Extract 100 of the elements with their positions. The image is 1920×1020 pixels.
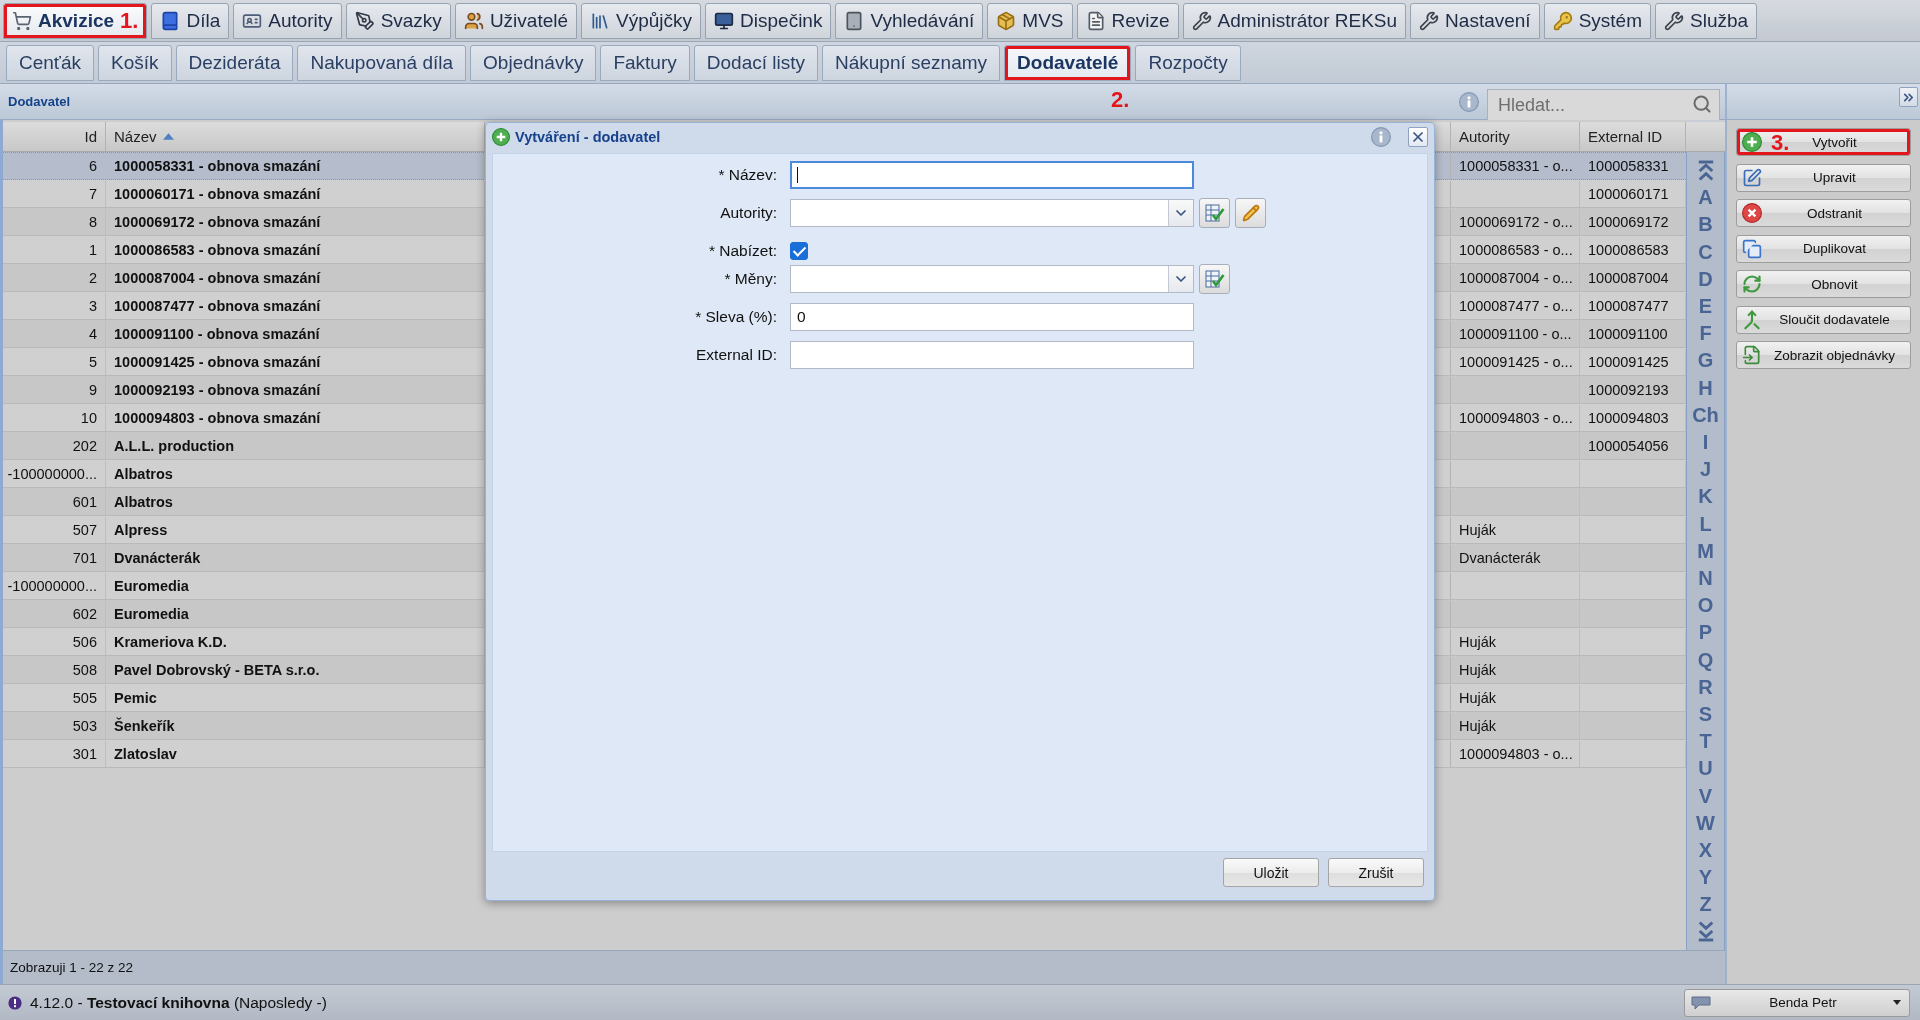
main-tab[interactable]: Administrátor REKSu	[1182, 3, 1407, 39]
dropdown-trigger[interactable]	[1168, 266, 1193, 292]
combo-field[interactable]	[790, 199, 1194, 227]
book-icon	[160, 11, 181, 31]
table-cell: 7	[3, 181, 106, 207]
main-tab[interactable]: Vyhledávání	[835, 3, 984, 39]
collapse-button[interactable]	[1899, 87, 1918, 107]
main-tab[interactable]: Svazky	[345, 3, 451, 39]
double-chevron-up-icon[interactable]	[1696, 160, 1715, 182]
text-field[interactable]	[790, 341, 1194, 369]
callout-number: 3.	[1771, 132, 1790, 154]
pick-button[interactable]	[1199, 198, 1230, 228]
field-label: External ID:	[695, 346, 777, 364]
user-menu-button[interactable]: Benda Petr	[1684, 988, 1910, 1017]
table-cell: -100000000...	[3, 461, 106, 487]
checkbox[interactable]	[790, 242, 808, 260]
callout-number: 1.	[120, 10, 139, 32]
wrench-icon	[1191, 11, 1212, 31]
table-cell: 508	[3, 657, 106, 683]
dropdown-trigger[interactable]	[1168, 200, 1193, 226]
key-icon	[1552, 11, 1573, 31]
table-check-icon	[1204, 203, 1225, 223]
table-cell: 10	[3, 405, 106, 431]
search-icon[interactable]	[1692, 94, 1712, 114]
main-tab[interactable]: Dispečink	[705, 3, 832, 39]
info-icon[interactable]	[1371, 126, 1391, 147]
action-button[interactable]: Zobrazit objednávky	[1736, 341, 1911, 369]
column-header[interactable]: Autority	[1451, 122, 1580, 151]
panel-title: Dodavatel	[8, 94, 71, 109]
action-button[interactable]: Obnovit	[1736, 270, 1911, 298]
table-cell: 202	[3, 433, 106, 459]
main-tab[interactable]: Služba	[1655, 3, 1758, 39]
main-tab[interactable]: Revize	[1076, 3, 1179, 39]
main-tab[interactable]: Díla	[151, 3, 230, 39]
sub-tab[interactable]: Faktury	[600, 45, 690, 81]
x-circle-icon	[1742, 203, 1762, 223]
table-cell: Huják	[1451, 685, 1580, 711]
double-chevron-down-icon[interactable]	[1696, 919, 1715, 942]
tablet-icon	[844, 11, 865, 31]
column-header[interactable]: Id	[3, 122, 106, 151]
action-button[interactable]: Upravit	[1736, 163, 1911, 192]
copy-icon	[1742, 238, 1762, 259]
field-label: Autority:	[719, 204, 777, 222]
main-tab[interactable]: Nastavení	[1410, 3, 1540, 39]
table-cell: 505	[3, 685, 106, 711]
table-cell: 4	[3, 321, 106, 347]
sub-tab[interactable]: Objednávky	[470, 45, 597, 81]
refresh-icon	[1742, 274, 1762, 294]
table-cell: 506	[3, 629, 106, 655]
table-cell: Huják	[1451, 629, 1580, 655]
table-cell: 6	[3, 153, 106, 179]
table-cell: 1000069172 - o...	[1451, 209, 1580, 235]
main-tab[interactable]: Uživatelé	[454, 3, 578, 39]
text-field[interactable]: 0	[790, 303, 1194, 331]
main-tab[interactable]: Autority	[233, 3, 342, 39]
chat-bubble-icon	[1691, 995, 1711, 1010]
table-cell: -100000000...	[3, 573, 106, 599]
main-tab[interactable]: MVS	[987, 3, 1073, 39]
table-cell: 1000086583 - o...	[1451, 237, 1580, 263]
caret-icon	[1893, 1000, 1901, 1005]
action-button[interactable]: Sloučit dodavatele	[1736, 305, 1911, 334]
close-button[interactable]	[1408, 126, 1428, 147]
search-field[interactable]: Hledat...	[1487, 89, 1720, 120]
table-cell: 1000091100 - o...	[1451, 321, 1580, 347]
pen-icon	[354, 11, 375, 31]
table-cell: 1000087004 - o...	[1451, 265, 1580, 291]
sub-tab[interactable]: Nákupní seznamy	[822, 45, 1001, 81]
pick-button[interactable]	[1199, 264, 1230, 294]
status-text: 4.12.0 - Testovací knihovna (Naposledy -)	[30, 993, 327, 1012]
table-cell: Huják	[1451, 713, 1580, 739]
sub-tab[interactable]: Dodavatelé	[1004, 45, 1132, 81]
field-label: * Měny:	[723, 270, 777, 288]
merge-icon	[1742, 309, 1762, 330]
sub-tab[interactable]: Rozpočty	[1135, 45, 1241, 81]
table-cell: Dvanácterák	[1451, 545, 1580, 571]
wrench-icon	[1664, 11, 1684, 31]
sub-tab[interactable]: Dodací listy	[693, 45, 818, 81]
info-icon[interactable]	[1459, 91, 1479, 112]
sub-tab[interactable]: Dezideráta	[175, 45, 294, 81]
action-button[interactable]: Odstranit	[1736, 199, 1911, 227]
table-cell: 1000087477 - o...	[1451, 293, 1580, 319]
table-check-icon	[1204, 269, 1225, 289]
table-cell: 602	[3, 601, 106, 627]
edit-button[interactable]	[1235, 198, 1266, 228]
monitor-icon	[714, 11, 735, 31]
action-button[interactable]: Duplikovat	[1736, 234, 1911, 263]
sub-tab[interactable]: Nakupovaná díla	[297, 45, 467, 81]
main-tab[interactable]: Výpůjčky	[581, 3, 702, 39]
sub-tab[interactable]: Cenťák	[6, 45, 95, 81]
table-cell: 503	[3, 713, 106, 739]
dialog-title: Vytváření - dodavatel	[515, 128, 661, 145]
combo-field[interactable]	[790, 265, 1194, 293]
main-tab[interactable]: Systém	[1543, 3, 1651, 39]
table-cell: 9	[3, 377, 106, 403]
field-label: * Název:	[717, 166, 777, 184]
sub-tab[interactable]: Košík	[98, 45, 172, 81]
dialog-button[interactable]: Zrušit	[1328, 858, 1424, 887]
text-field[interactable]	[790, 161, 1194, 189]
main-tab[interactable]: Akvizice 1.	[3, 3, 148, 39]
dialog-button[interactable]: Uložit	[1223, 858, 1319, 887]
